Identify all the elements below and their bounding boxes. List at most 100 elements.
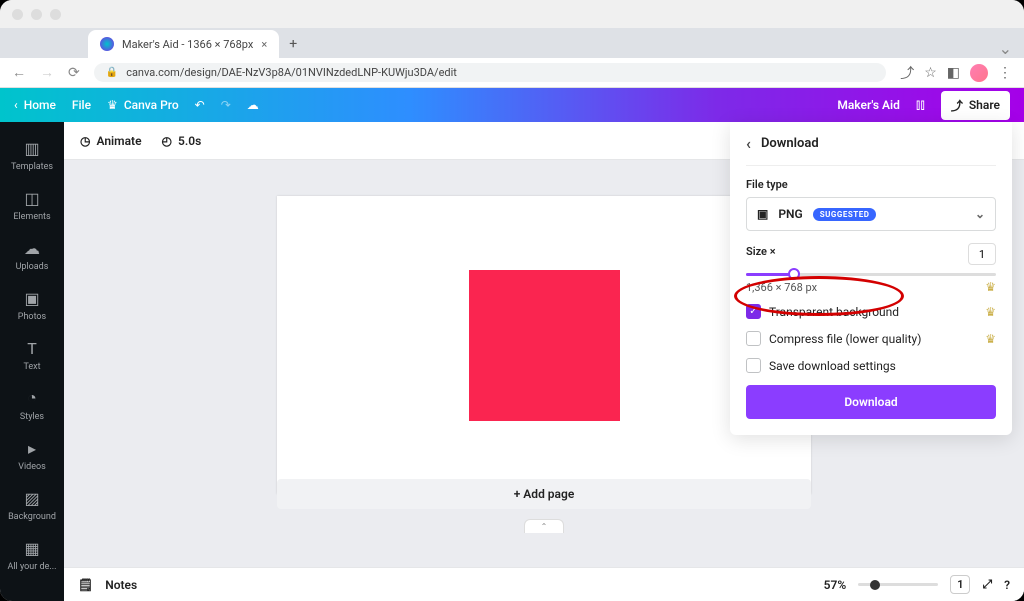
crown-icon: ♛ <box>985 280 996 294</box>
background-icon: ▨ <box>22 488 42 508</box>
download-button[interactable]: Download <box>746 385 996 419</box>
address-bar[interactable]: 🔒 canva.com/design/DAE-NzV3p8A/01NVINzde… <box>94 63 886 82</box>
nav-back-icon[interactable]: ← <box>12 64 26 81</box>
zoom-percent[interactable]: 57% <box>824 578 847 592</box>
sidebar-item-all-designs[interactable]: ▦ All your de... <box>0 530 64 580</box>
sidebar-item-label: Photos <box>18 312 46 322</box>
back-icon[interactable]: ‹ <box>746 134 751 153</box>
redo-button[interactable]: ↷ <box>221 98 231 112</box>
image-icon: ▣ <box>757 207 768 221</box>
transparent-bg-label: Transparent background <box>769 305 899 319</box>
traffic-min-icon[interactable] <box>31 9 42 20</box>
fullscreen-icon[interactable]: ⤢ <box>982 577 992 592</box>
size-multiplier-input[interactable]: 1 <box>968 243 996 265</box>
new-tab-button[interactable]: + <box>279 30 307 58</box>
browser-menu-icon[interactable]: ⋮ <box>998 65 1012 81</box>
home-label: Home <box>24 98 56 112</box>
tabs-chevron-icon[interactable]: ⌄ <box>999 39 1012 58</box>
download-panel: ‹ Download File type ▣ PNG SUGGESTED ⌄ S… <box>730 122 1012 435</box>
timer-button[interactable]: ◴ 5.0s <box>162 134 202 148</box>
templates-icon: ▥ <box>22 138 42 158</box>
help-icon[interactable]: ? <box>1004 578 1010 592</box>
sidebar-item-videos[interactable]: ▸Videos <box>0 430 64 480</box>
canva-pro-button[interactable]: ♛ Canva Pro <box>107 98 179 112</box>
zoom-slider[interactable] <box>858 583 938 586</box>
page-tray-handle[interactable]: ⌃ <box>524 519 564 533</box>
profile-avatar-icon[interactable] <box>970 64 988 82</box>
home-button[interactable]: ‹ Home <box>14 98 56 112</box>
page-number: 1 <box>957 578 963 591</box>
chevron-down-icon: ⌄ <box>975 207 985 221</box>
compress-label: Compress file (lower quality) <box>769 332 921 346</box>
transparent-bg-checkbox[interactable]: ✓ Transparent background ♛ <box>746 304 996 319</box>
share-button[interactable]: ⤴ Share <box>941 91 1010 120</box>
crown-icon: ♛ <box>985 332 996 346</box>
sidebar-item-label: All your de... <box>7 562 56 572</box>
tab-title: Maker's Aid - 1366 × 768px <box>122 38 253 51</box>
file-type-label: File type <box>746 178 996 191</box>
sidebar-item-styles[interactable]: ◔ Styles <box>0 380 64 430</box>
checkbox-icon <box>746 358 761 373</box>
sidebar-item-uploads[interactable]: ☁Uploads <box>0 230 64 280</box>
suggested-badge: SUGGESTED <box>813 208 877 221</box>
notes-icon[interactable]: 🗒 <box>78 578 93 592</box>
browser-urlbar: ← → ⟳ 🔒 canva.com/design/DAE-NzV3p8A/01N… <box>0 58 1024 88</box>
uploads-icon: ☁ <box>22 238 42 258</box>
sidebar-item-text[interactable]: TText <box>0 330 64 380</box>
grid-icon: ▦ <box>22 538 42 558</box>
sidebar-item-label: Styles <box>20 412 44 422</box>
page-number-badge[interactable]: 1 <box>950 575 970 594</box>
insights-icon[interactable]: ⫾⫾ <box>916 97 925 113</box>
styles-icon: ◔ <box>22 388 42 408</box>
left-sidebar: ▥ Templates ◫ Elements ☁Uploads ▣ Photos TT… <box>0 122 64 601</box>
document-title[interactable]: Maker's Aid <box>837 98 900 112</box>
traffic-max-icon[interactable] <box>50 9 61 20</box>
compress-checkbox[interactable]: Compress file (lower quality) ♛ <box>746 331 996 346</box>
elements-icon: ◫ <box>22 188 42 208</box>
browser-tabs: Maker's Aid - 1366 × 768px × + ⌄ <box>0 28 1024 58</box>
animate-button[interactable]: ◷ Animate <box>80 134 142 148</box>
undo-button[interactable]: ↶ <box>195 98 205 112</box>
sidebar-item-templates[interactable]: ▥ Templates <box>0 130 64 180</box>
bottom-status-bar: 🗒 Notes 57% 1 ⤢ ? <box>64 567 1024 601</box>
file-menu[interactable]: File <box>72 98 91 112</box>
size-slider[interactable] <box>746 273 996 276</box>
size-slider-handle[interactable] <box>788 268 800 280</box>
save-settings-checkbox[interactable]: Save download settings <box>746 358 996 373</box>
star-icon[interactable]: ☆ <box>924 65 937 81</box>
share-arrow-icon: ⤴ <box>951 97 963 114</box>
close-tab-icon[interactable]: × <box>261 38 267 51</box>
zoom-slider-handle[interactable] <box>870 580 880 590</box>
sidebar-item-photos[interactable]: ▣ Photos <box>0 280 64 330</box>
share-browser-icon[interactable]: ⤴ <box>900 63 914 83</box>
timer-value: 5.0s <box>178 134 201 148</box>
app-header: ‹ Home File ♛ Canva Pro ↶ ↷ ☁ Maker's Ai… <box>0 88 1024 122</box>
size-label: Size × <box>746 245 776 258</box>
file-type-select[interactable]: ▣ PNG SUGGESTED ⌄ <box>746 197 996 231</box>
animate-label: Animate <box>96 134 141 148</box>
photos-icon: ▣ <box>22 288 42 308</box>
clock-icon: ◴ <box>162 134 172 148</box>
sidebar-item-background[interactable]: ▨ Background <box>0 480 64 530</box>
save-settings-label: Save download settings <box>769 359 896 373</box>
animate-icon: ◷ <box>80 134 90 148</box>
sidebar-item-label: Elements <box>13 212 50 222</box>
checkbox-checked-icon: ✓ <box>746 304 761 319</box>
browser-tab[interactable]: Maker's Aid - 1366 × 768px × <box>88 30 279 58</box>
red-rectangle-element[interactable] <box>469 270 620 421</box>
sidebar-item-label: Templates <box>11 162 53 172</box>
lock-icon: 🔒 <box>106 67 118 78</box>
sidebar-item-elements[interactable]: ◫ Elements <box>0 180 64 230</box>
nav-reload-icon[interactable]: ⟳ <box>68 65 80 81</box>
notes-button[interactable]: Notes <box>105 578 137 592</box>
sidebar-item-label: Text <box>23 362 40 372</box>
traffic-close-icon[interactable] <box>12 9 23 20</box>
sidebar-item-label: Background <box>8 512 56 522</box>
sidebar-item-label: Videos <box>18 462 46 472</box>
add-page-button[interactable]: + Add page <box>277 479 811 509</box>
share-label: Share <box>969 98 1000 112</box>
extension-icon[interactable]: ◧ <box>947 65 960 81</box>
crown-icon: ♛ <box>107 98 118 112</box>
file-type-value: PNG <box>778 207 802 221</box>
window-titlebar <box>0 0 1024 28</box>
